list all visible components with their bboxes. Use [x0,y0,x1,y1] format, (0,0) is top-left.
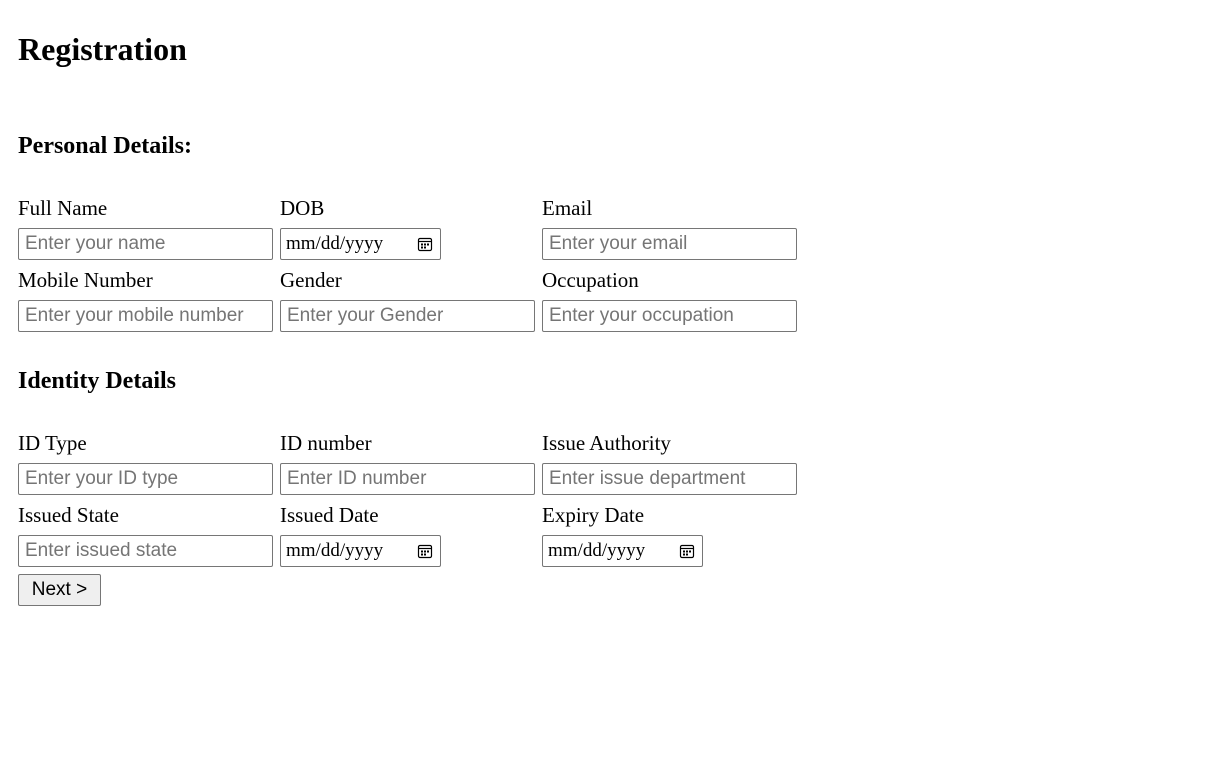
identity-details-heading: Identity Details [18,368,176,394]
id-number-input[interactable] [280,463,535,495]
issue-authority-input[interactable] [542,463,797,495]
email-input[interactable] [542,228,797,260]
issued-date-label: Issued Date [280,503,379,527]
gender-label: Gender [280,268,342,292]
mobile-number-input[interactable] [18,300,273,332]
full-name-input[interactable] [18,228,273,260]
mobile-number-label: Mobile Number [18,268,153,292]
dob-date-format: mm/dd/yyyy [286,233,384,254]
expiry-date-label: Expiry Date [542,503,645,527]
id-type-input[interactable] [18,463,273,495]
issued-state-input[interactable] [18,535,273,567]
page-title: Registration [18,31,187,67]
issued-date-input[interactable]: mm/dd/yyyy [280,535,441,567]
full-name-label: Full Name [18,196,108,220]
personal-details-heading: Personal Details: [18,133,192,159]
dob-label: DOB [280,196,325,220]
occupation-input[interactable] [542,300,797,332]
occupation-label: Occupation [542,268,639,292]
calendar-icon[interactable] [417,543,433,559]
dob-date-input[interactable]: mm/dd/yyyy [280,228,441,260]
next-button[interactable]: Next > [18,574,101,606]
issued-date-format: mm/dd/yyyy [286,540,384,561]
gender-input[interactable] [280,300,535,332]
email-label: Email [542,196,593,220]
issued-state-label: Issued State [18,503,119,527]
id-number-label: ID number [280,431,372,455]
expiry-date-format: mm/dd/yyyy [548,540,646,561]
calendar-icon[interactable] [417,236,433,252]
id-type-label: ID Type [18,431,87,455]
expiry-date-input[interactable]: mm/dd/yyyy [542,535,703,567]
issue-authority-label: Issue Authority [542,431,671,455]
calendar-icon[interactable] [679,543,695,559]
